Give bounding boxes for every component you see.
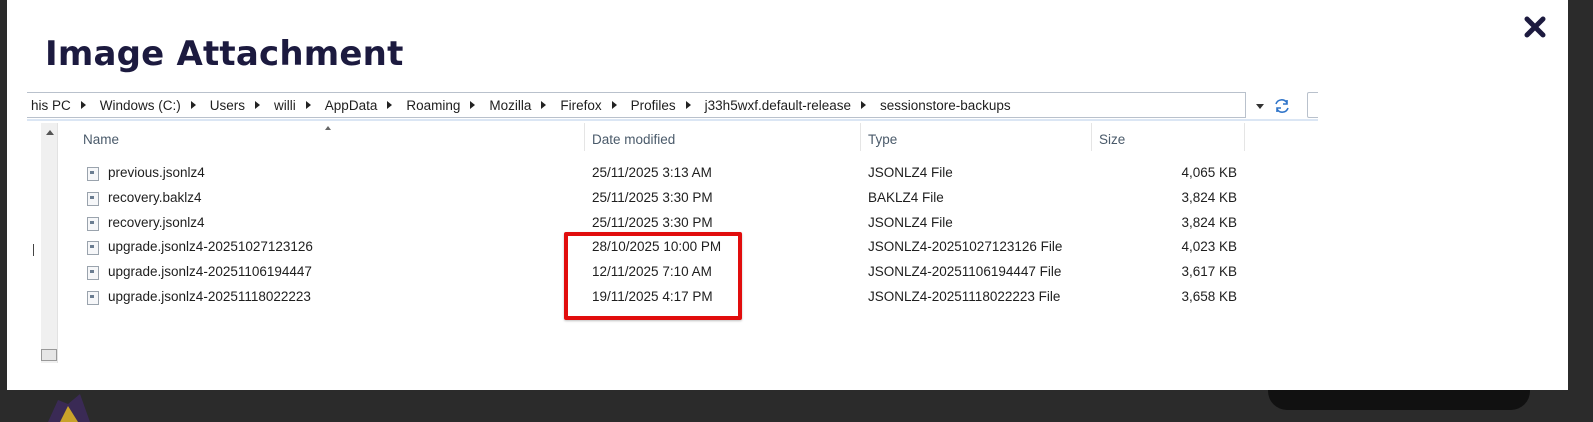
- breadcrumb-label: Mozilla: [489, 97, 532, 113]
- close-icon: [1524, 16, 1546, 38]
- scroll-up-icon[interactable]: [46, 130, 54, 135]
- file-icon: [87, 290, 99, 305]
- refresh-button[interactable]: [1271, 94, 1293, 118]
- file-icon: [87, 241, 99, 256]
- attached-screenshot: his PC Windows (C:) Users willi AppData Roami…: [27, 89, 1318, 363]
- breadcrumb-chevron-icon[interactable]: [387, 101, 393, 109]
- chevron-down-icon: [1256, 103, 1264, 109]
- file-size: 3,824 KB: [1181, 214, 1237, 230]
- column-divider[interactable]: [1244, 123, 1245, 151]
- breadcrumb-item[interactable]: Windows (C:): [96, 98, 206, 113]
- sort-ascending-icon: [325, 126, 331, 130]
- breadcrumb-chevron-icon[interactable]: [541, 101, 547, 109]
- breadcrumb-chevron-icon[interactable]: [861, 101, 867, 109]
- breadcrumb-chevron-icon[interactable]: [190, 101, 196, 109]
- file-date-modified: 25/11/2025 3:30 PM: [592, 214, 713, 230]
- search-input[interactable]: [1307, 92, 1318, 118]
- file-size: 3,658 KB: [1181, 288, 1237, 304]
- breadcrumb-chevron-icon[interactable]: [80, 101, 86, 109]
- address-dropdown-button[interactable]: [1251, 94, 1269, 118]
- breadcrumb-item[interactable]: willi: [270, 98, 321, 113]
- file-icon: [87, 191, 99, 206]
- file-size: 3,824 KB: [1181, 189, 1237, 205]
- address-bar-divider: [27, 119, 1318, 121]
- scroll-thumb[interactable]: [41, 349, 57, 361]
- breadcrumb-chevron-icon[interactable]: [470, 101, 476, 109]
- address-bar[interactable]: his PC Windows (C:) Users willi AppData Roami…: [27, 92, 1246, 118]
- breadcrumb-item[interactable]: AppData: [321, 98, 403, 113]
- file-date-modified: 25/11/2025 3:13 AM: [592, 165, 712, 180]
- background-logo-icon: [48, 394, 90, 422]
- breadcrumb-label: AppData: [324, 97, 378, 113]
- breadcrumb-label: Profiles: [630, 97, 676, 113]
- modal-title: Image Attachment: [45, 34, 404, 74]
- breadcrumb-label: Roaming: [406, 97, 461, 113]
- file-size: 4,065 KB: [1181, 165, 1237, 180]
- breadcrumb-label: sessionstore-backups: [880, 97, 1011, 113]
- file-icon: [87, 216, 99, 231]
- refresh-icon: [1275, 99, 1289, 113]
- red-highlight-box: [564, 232, 742, 320]
- breadcrumb-label: Windows (C:): [99, 97, 181, 113]
- breadcrumb-item[interactable]: sessionstore-backups: [876, 98, 1015, 113]
- column-divider[interactable]: [1091, 123, 1092, 151]
- file-icon: [87, 266, 99, 281]
- breadcrumb-item[interactable]: j33h5wxf.default-release: [701, 98, 876, 113]
- column-header-name[interactable]: Name: [83, 129, 119, 151]
- column-divider[interactable]: [860, 123, 861, 151]
- file-name: upgrade.jsonlz4-20251106194447: [108, 264, 312, 280]
- breadcrumb-item[interactable]: Roaming: [402, 98, 485, 113]
- breadcrumb-chevron-icon[interactable]: [305, 101, 311, 109]
- column-divider[interactable]: [584, 123, 585, 151]
- file-name: recovery.jsonlz4: [108, 214, 205, 230]
- file-size: 3,617 KB: [1181, 264, 1237, 280]
- file-size: 4,023 KB: [1181, 239, 1237, 255]
- breadcrumb-item[interactable]: Users: [206, 98, 270, 113]
- breadcrumb-chevron-icon[interactable]: [255, 101, 261, 109]
- file-type: JSONLZ4-20251106194447 File: [868, 264, 1062, 280]
- column-header-type[interactable]: Type: [868, 129, 897, 151]
- file-name: upgrade.jsonlz4-20251027123126: [108, 239, 313, 255]
- breadcrumb-label: Users: [209, 97, 246, 113]
- file-type: JSONLZ4-20251027123126 File: [868, 239, 1063, 255]
- close-button[interactable]: [1522, 14, 1548, 40]
- file-date-modified: 25/11/2025 3:30 PM: [592, 189, 713, 205]
- breadcrumb-label: his PC: [31, 97, 71, 113]
- file-row[interactable]: previous.jsonlz4 25/11/2025 3:13 AM JSONLZ…: [27, 161, 1318, 186]
- breadcrumb-item[interactable]: Mozilla: [485, 98, 556, 113]
- file-type: JSONLZ4 File: [868, 165, 953, 180]
- breadcrumb-label: Firefox: [560, 97, 602, 113]
- breadcrumb-item[interactable]: Profiles: [627, 98, 701, 113]
- file-type: BAKLZ4 File: [868, 189, 944, 205]
- file-name: previous.jsonlz4: [108, 165, 205, 180]
- breadcrumb-item[interactable]: his PC: [27, 98, 96, 113]
- breadcrumb-item[interactable]: Firefox: [556, 98, 626, 113]
- breadcrumb-chevron-icon[interactable]: [611, 101, 617, 109]
- file-name: recovery.baklz4: [108, 189, 202, 205]
- file-icon: [87, 167, 99, 181]
- breadcrumb-label: willi: [274, 97, 296, 113]
- image-attachment-modal: Image Attachment his PC Windows (C:) Users…: [7, 0, 1568, 390]
- breadcrumb-label: j33h5wxf.default-release: [704, 97, 852, 113]
- breadcrumb-chevron-icon[interactable]: [685, 101, 691, 109]
- file-name: upgrade.jsonlz4-20251118022223: [108, 288, 311, 304]
- file-type: JSONLZ4-20251118022223 File: [868, 288, 1061, 304]
- file-type: JSONLZ4 File: [868, 214, 953, 230]
- column-header-size[interactable]: Size: [1099, 129, 1125, 151]
- column-header-date-modified[interactable]: Date modified: [592, 129, 675, 151]
- file-row[interactable]: recovery.baklz4 25/11/2025 3:30 PM BAKLZ4 …: [27, 186, 1318, 211]
